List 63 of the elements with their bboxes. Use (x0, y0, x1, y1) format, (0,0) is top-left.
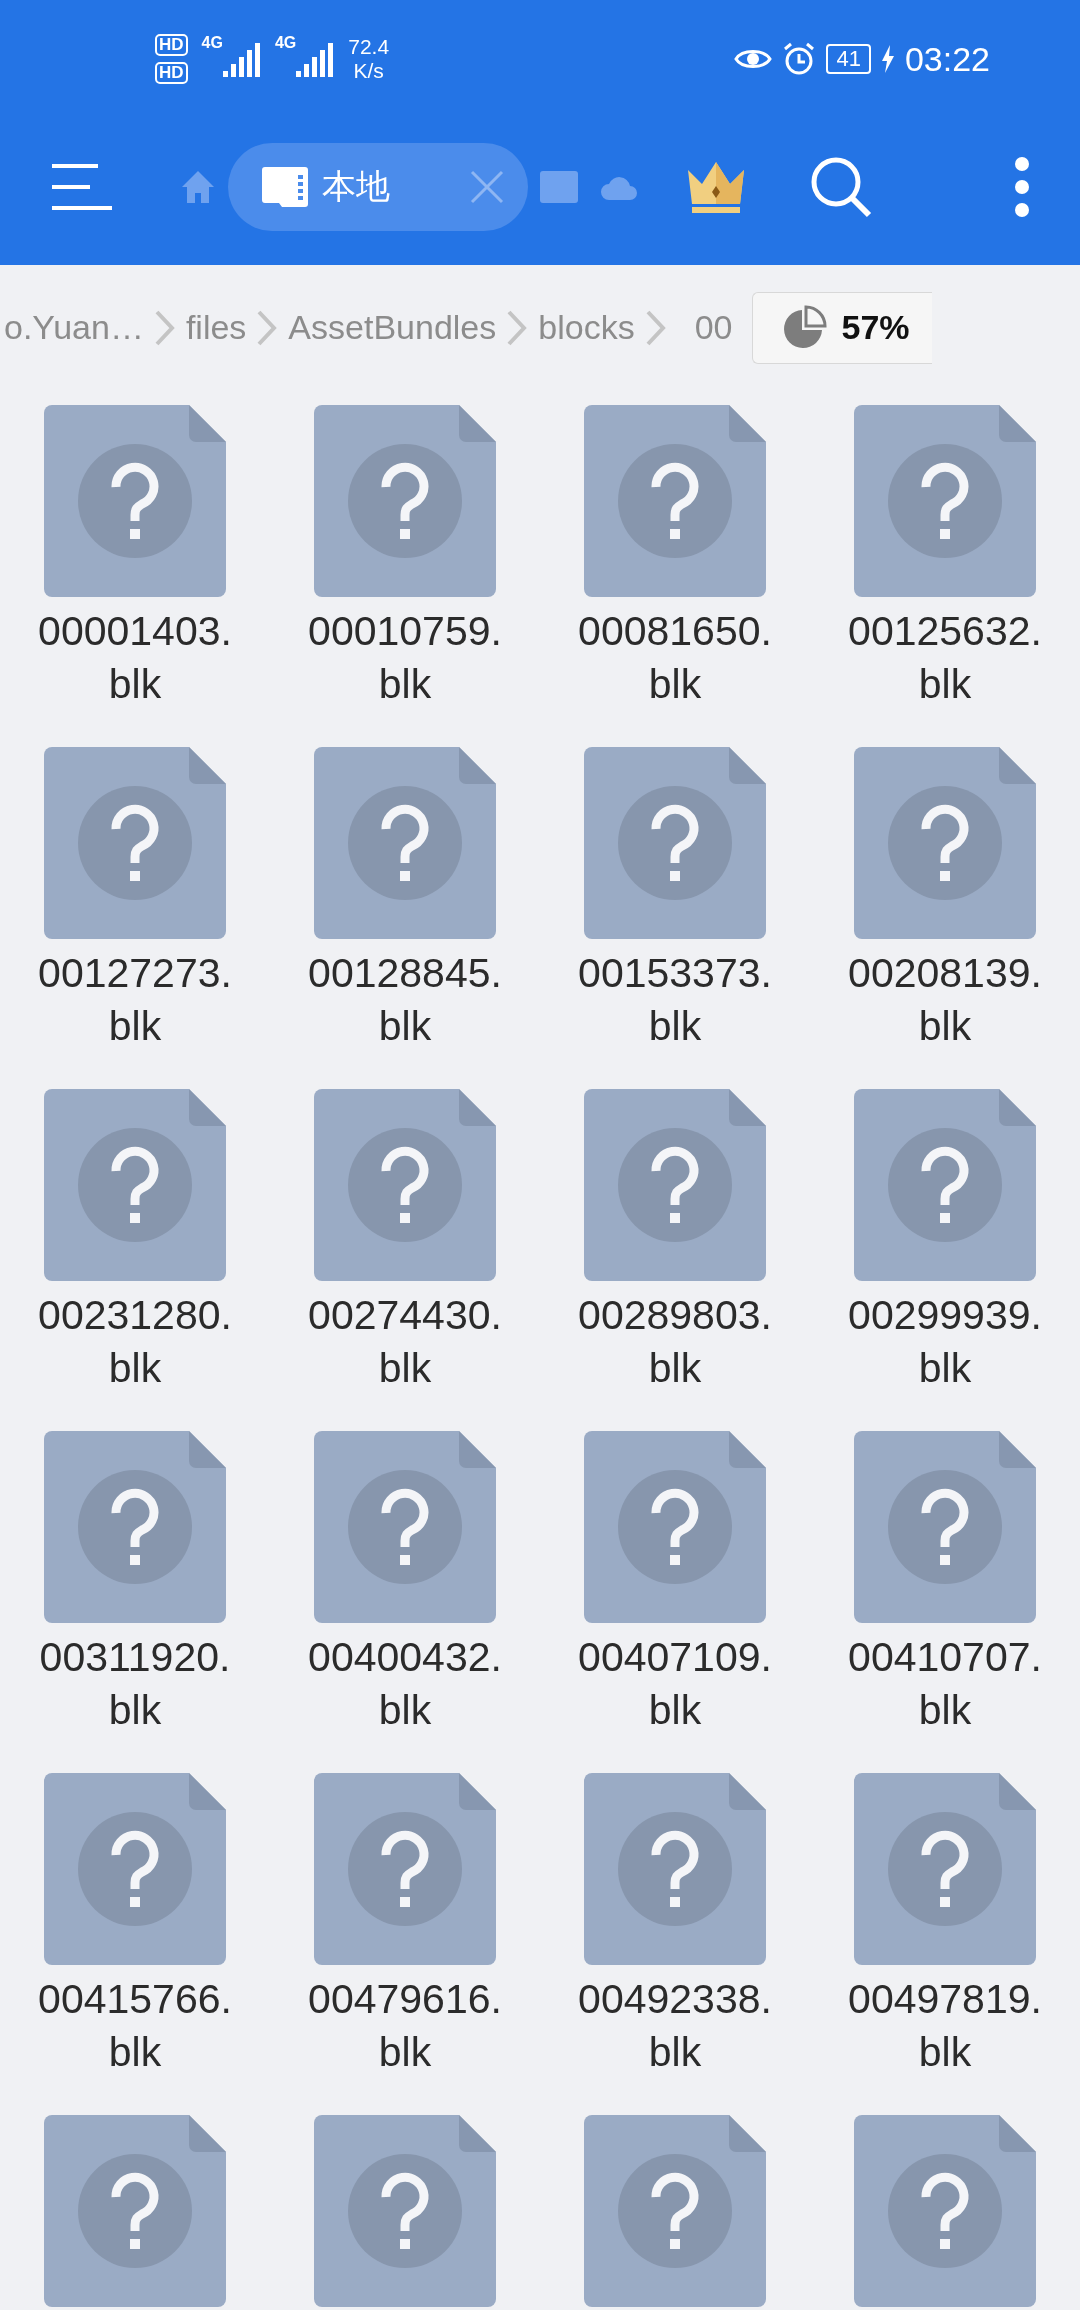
file-name[interactable]: 00231280. blk (38, 1289, 232, 1395)
unknown-file-icon (854, 1773, 1036, 1965)
sim-label: HD (155, 62, 188, 84)
signal-icon (222, 41, 261, 77)
file-name[interactable]: 00400432. blk (308, 1631, 502, 1737)
battery-level: 41 (826, 44, 871, 74)
unknown-file-icon (314, 405, 496, 597)
file-name[interactable]: 00311920. blk (39, 1631, 231, 1737)
storage-usage-button[interactable]: 57% (752, 291, 933, 364)
file-name[interactable]: 00274430. blk (308, 1289, 502, 1395)
unknown-file-icon (584, 1773, 766, 1965)
clock-time: 03:22 (904, 39, 990, 79)
file-name[interactable]: 00299939. blk (848, 1289, 1042, 1395)
file-name[interactable]: 00492338. blk (578, 1973, 772, 2079)
unknown-file-icon (44, 1431, 226, 1623)
file-name[interactable]: 00415766. blk (38, 1973, 232, 2079)
file-name[interactable]: 00153373. blk (578, 947, 772, 1053)
unknown-file-icon (584, 1089, 766, 1281)
home-icon (180, 168, 216, 205)
unknown-file-icon (854, 2115, 1036, 2307)
unknown-file-icon (44, 1089, 226, 1281)
unknown-file-icon (44, 1773, 226, 1965)
more-options-icon (1014, 156, 1030, 217)
unknown-file-icon (584, 1431, 766, 1623)
file-name[interactable]: 00128845. blk (308, 947, 502, 1053)
signal-icon (296, 41, 335, 77)
file-name[interactable]: 00208139. blk (848, 947, 1042, 1053)
network-speed: 72.4 (348, 35, 390, 59)
network-speed: K/s (353, 59, 384, 83)
unknown-file-icon (44, 2115, 226, 2307)
unknown-file-icon (314, 2115, 496, 2307)
search-icon (810, 155, 872, 218)
charging-icon (880, 45, 895, 73)
unknown-file-icon (584, 405, 766, 597)
menu-icon (50, 162, 112, 211)
file-name[interactable]: 00125632. blk (848, 605, 1042, 711)
file-name[interactable]: 00127273. blk (38, 947, 232, 1053)
sim-label: HD (155, 34, 188, 56)
unknown-file-icon (44, 747, 226, 939)
file-name[interactable]: 00289803. blk (578, 1289, 772, 1395)
network-label: 4G (201, 34, 223, 52)
unknown-file-icon (854, 405, 1036, 597)
file-name[interactable]: 00001403. blk (38, 605, 232, 711)
unknown-file-icon (314, 1089, 496, 1281)
file-name[interactable]: 00497819. blk (848, 1973, 1042, 2079)
unknown-file-icon (854, 1089, 1036, 1281)
unknown-file-icon (44, 405, 226, 597)
file-name[interactable]: 00081650. blk (578, 605, 772, 711)
unknown-file-icon (314, 1431, 496, 1623)
unknown-file-icon (584, 747, 766, 939)
file-name[interactable]: 00479616. blk (308, 1973, 502, 2079)
unknown-file-icon (854, 1431, 1036, 1623)
file-name[interactable]: 00407109. blk (578, 1631, 772, 1737)
unknown-file-icon (314, 747, 496, 939)
close-icon (470, 169, 504, 204)
alarm-icon (782, 42, 817, 76)
unknown-file-icon (314, 1773, 496, 1965)
network-label: 4G (274, 34, 297, 52)
unknown-file-icon (854, 747, 1036, 939)
file-name[interactable]: 00010759. blk (308, 605, 502, 711)
pie-chart-icon (781, 304, 828, 351)
unknown-file-icon (584, 2115, 766, 2307)
file-name[interactable]: 00410707. blk (848, 1631, 1042, 1737)
